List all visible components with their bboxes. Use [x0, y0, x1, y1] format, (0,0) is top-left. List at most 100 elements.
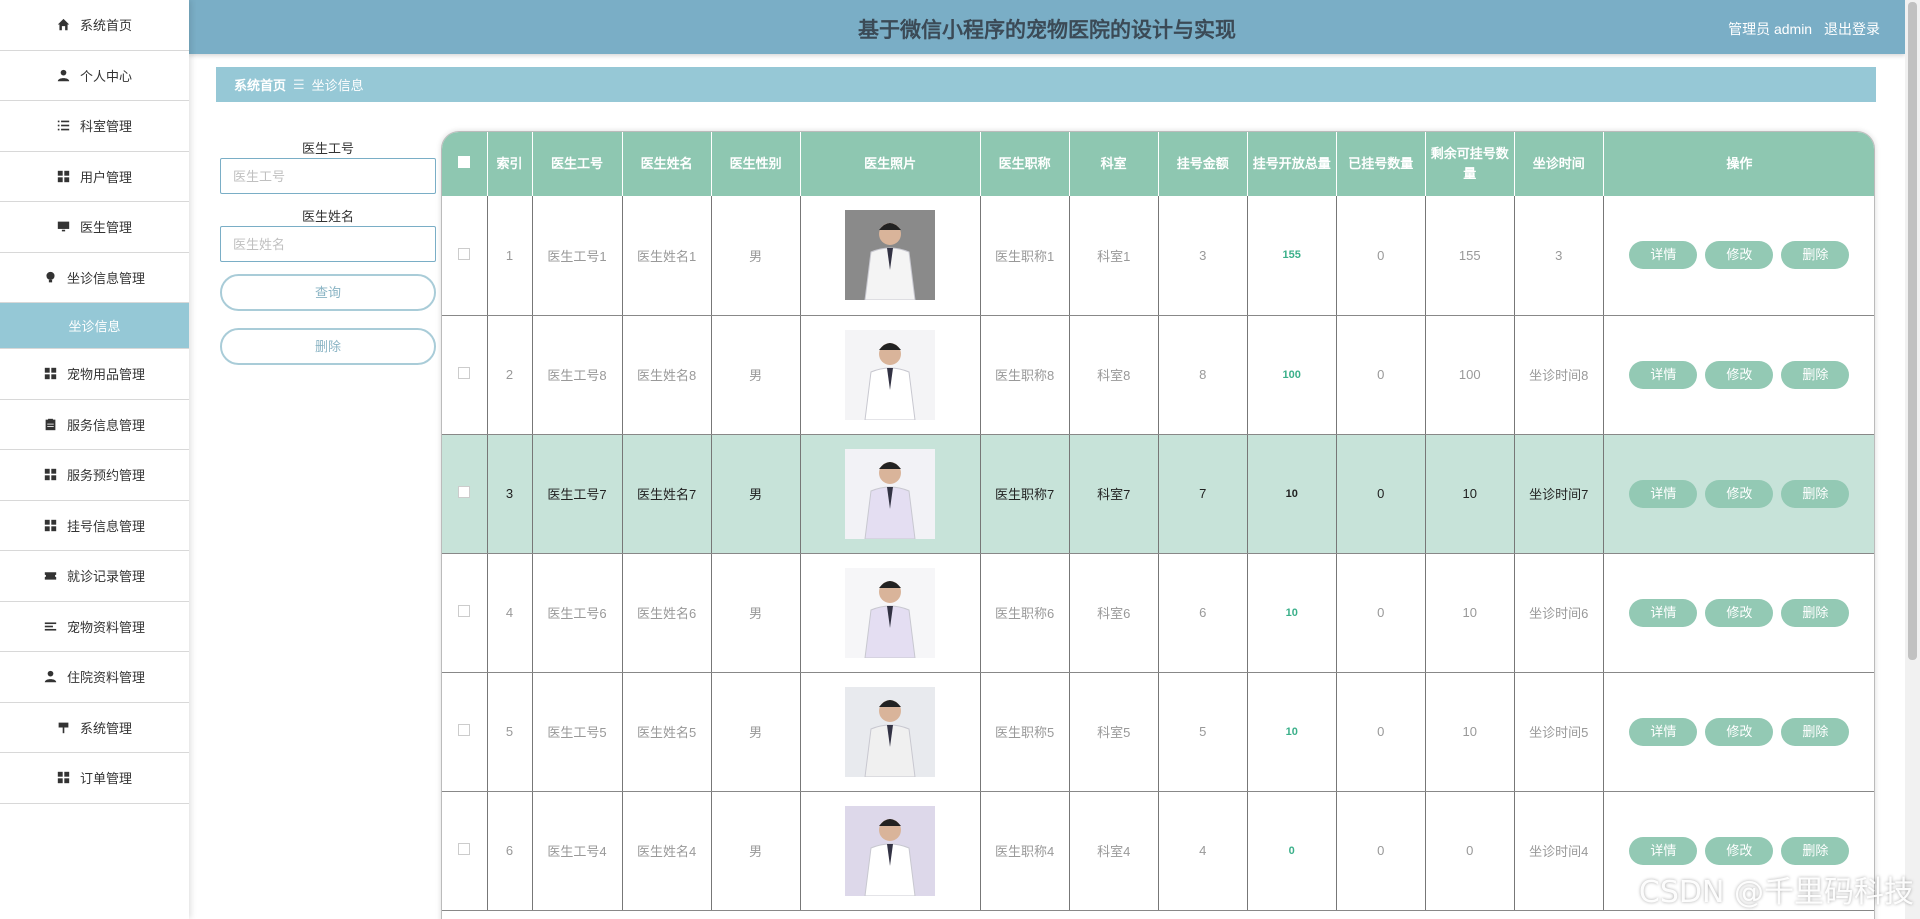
row-select-cell[interactable] [442, 434, 488, 554]
user-icon [44, 670, 57, 683]
detail-button[interactable]: 详情 [1629, 479, 1698, 508]
sidebar-item-13[interactable]: 住院资料管理 [0, 652, 189, 703]
cell-index: 5 [487, 672, 533, 792]
sidebar-item-label: 用户管理 [79, 169, 132, 185]
cell-index: 1 [487, 196, 533, 316]
sidebar: 系统首页个人中心科室管理用户管理医生管理 坐诊信息管理 坐诊信息 宠物用品管理服务信息… [0, 0, 189, 919]
edit-button[interactable]: 修改 [1705, 241, 1774, 270]
edit-button[interactable]: 修改 [1705, 717, 1774, 746]
detail-button[interactable]: 详情 [1629, 836, 1698, 865]
cell-dept: 科室7 [1069, 434, 1159, 554]
delete-button[interactable]: 删除 [1781, 360, 1850, 389]
detail-button[interactable]: 详情 [1629, 360, 1698, 389]
select-all-checkbox[interactable] [458, 156, 471, 168]
delete-button[interactable]: 删除 [1781, 717, 1850, 746]
sidebar-item-1[interactable]: 个人中心 [0, 51, 189, 101]
row-checkbox[interactable] [458, 486, 471, 498]
actions-cell: 详情 修改 删除 [1603, 553, 1874, 673]
row-checkbox[interactable] [458, 605, 471, 617]
table-row[interactable]: 1 医生工号1 医生姓名1 男医生职称1 科室1 3 155 0 155 3 详情 修改 删除 [442, 196, 1874, 316]
sidebar-item-8[interactable]: 服务信息管理 [0, 400, 189, 450]
detail-button[interactable]: 详情 [1629, 241, 1698, 270]
sidebar-item-7[interactable]: 宠物用品管理 [0, 349, 189, 400]
table-row[interactable]: 5 医生工号5 医生姓名5 男医生职称5 科室5 5 10 0 10 坐诊时间5 详情 修改 删除 [442, 672, 1874, 792]
row-select-cell[interactable] [442, 791, 488, 911]
column-header: 科室 [1069, 132, 1159, 196]
delete-button[interactable]: 删除 [1781, 836, 1850, 865]
breadcrumb-home[interactable]: 系统首页 [234, 75, 286, 94]
row-checkbox[interactable] [458, 724, 471, 736]
cell-total: 155 [1247, 196, 1337, 316]
list-icon [57, 119, 70, 132]
detail-button[interactable]: 详情 [1629, 598, 1698, 627]
top-header: 基于微信小程序的宠物医院的设计与实现 管理员 admin 退出登录 [189, 0, 1905, 54]
grid-icon [44, 367, 57, 380]
sidebar-item-14[interactable]: 系统管理 [0, 703, 189, 753]
grid-icon [57, 771, 70, 784]
sidebar-item-3[interactable]: 用户管理 [0, 152, 189, 202]
delete-button[interactable]: 删除 [1781, 241, 1850, 270]
sidebar-item-12[interactable]: 宠物资料管理 [0, 602, 189, 652]
cell-name: 医生姓名8 [622, 315, 712, 435]
breadcrumb-separator-icon: ☰ [293, 76, 305, 92]
row-select-cell[interactable] [442, 315, 488, 435]
column-header: 挂号开放总量 [1247, 132, 1337, 196]
cell-id: 医生工号1 [532, 196, 623, 316]
cell-title: 医生职称1 [980, 196, 1070, 316]
clipboard-icon [44, 418, 57, 431]
sidebar-item-10[interactable]: 挂号信息管理 [0, 501, 189, 551]
column-header: 操作 [1603, 132, 1874, 196]
batch-delete-button[interactable]: 删除 [220, 328, 436, 365]
cell-dept: 科室4 [1069, 791, 1159, 911]
doctor-id-input[interactable] [220, 158, 436, 194]
sidebar-item-5[interactable]: 坐诊信息管理 [0, 253, 189, 303]
cell-dept: 科室5 [1069, 672, 1159, 792]
sidebar-item-15[interactable]: 订单管理 [0, 753, 189, 804]
detail-button[interactable]: 详情 [1629, 717, 1698, 746]
cell-booked: 0 [1336, 553, 1426, 673]
cell-time: 坐诊时间5 [1514, 672, 1604, 792]
sidebar-item-2[interactable]: 科室管理 [0, 101, 189, 152]
doctor-name-label: 医生姓名 [301, 209, 354, 224]
scrollbar-thumb[interactable] [1908, 2, 1917, 660]
row-checkbox[interactable] [458, 367, 471, 379]
sidebar-item-label: 服务信息管理 [66, 417, 145, 433]
cell-total: 10 [1247, 434, 1337, 554]
edit-button[interactable]: 修改 [1705, 360, 1774, 389]
cell-total: 100 [1247, 315, 1337, 435]
sidebar-item-11[interactable]: 就诊记录管理 [0, 551, 189, 602]
row-select-cell[interactable] [442, 553, 488, 673]
logout-link[interactable]: 退出登录 [1824, 21, 1880, 37]
delete-button[interactable]: 删除 [1781, 598, 1850, 627]
page-scrollbar[interactable] [1905, 0, 1920, 919]
cell-time: 3 [1514, 196, 1604, 316]
doctor-photo [800, 434, 981, 554]
sidebar-item-label: 就诊记录管理 [66, 569, 145, 585]
row-select-cell[interactable] [442, 196, 488, 316]
table-row[interactable]: 2 医生工号8 医生姓名8 男医生职称8 科室8 8 100 0 100 坐诊时间8 详情 修改 删除 [442, 315, 1874, 435]
table-row[interactable]: 3 医生工号7 医生姓名7 男医生职称7 科室7 7 10 0 10 坐诊时间7 详情 修改 删除 [442, 434, 1874, 554]
edit-button[interactable]: 修改 [1705, 598, 1774, 627]
edit-button[interactable]: 修改 [1705, 836, 1774, 865]
row-select-cell[interactable] [442, 672, 488, 792]
sidebar-item-9[interactable]: 服务预约管理 [0, 450, 189, 501]
column-header: 医生性别 [711, 132, 801, 196]
sidebar-item-label: 个人中心 [79, 68, 132, 84]
table-row[interactable]: 4 医生工号6 医生姓名6 男医生职称6 科室6 6 10 0 10 坐诊时间6 详情 修改 删除 [442, 553, 1874, 673]
cell-title: 医生职称4 [980, 791, 1070, 911]
sidebar-item-label: 宠物资料管理 [66, 619, 145, 635]
cell-remain: 10 [1425, 553, 1515, 673]
query-button[interactable]: 查询 [220, 274, 436, 311]
delete-button[interactable]: 删除 [1781, 479, 1850, 508]
sidebar-item-6[interactable]: 坐诊信息 [0, 303, 189, 349]
sidebar-item-4[interactable]: 医生管理 [0, 202, 189, 253]
sidebar-item-0[interactable]: 系统首页 [0, 0, 189, 51]
row-checkbox[interactable] [458, 843, 471, 855]
row-checkbox[interactable] [458, 247, 471, 260]
doctor-name-input[interactable] [220, 226, 436, 262]
cell-gender: 男 [711, 553, 801, 673]
select-all-header[interactable] [442, 132, 488, 196]
sidebar-item-label: 系统管理 [79, 720, 132, 736]
grid-icon [44, 468, 57, 481]
edit-button[interactable]: 修改 [1705, 479, 1774, 508]
